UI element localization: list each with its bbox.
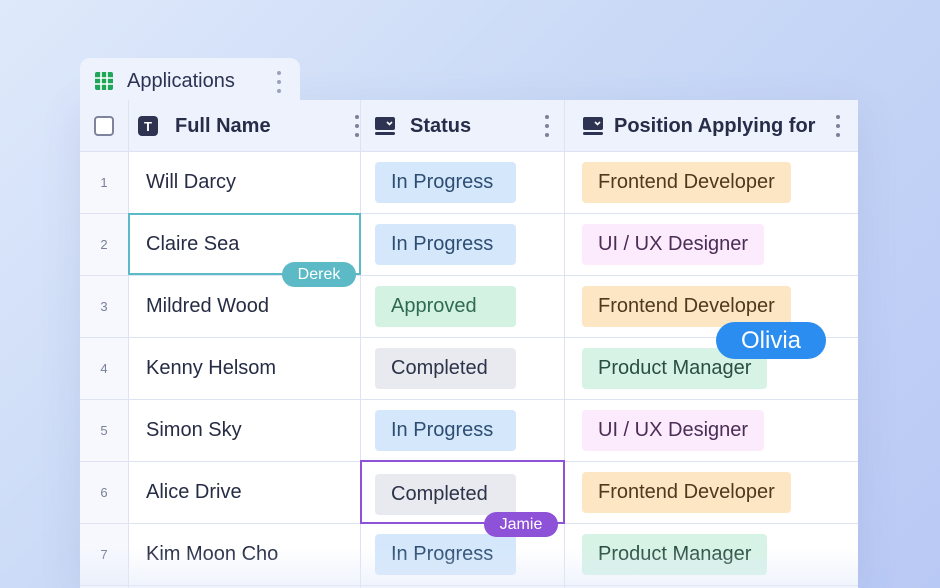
- position-chip[interactable]: UI / UX Designer: [582, 410, 765, 451]
- position-chip[interactable]: Frontend Developer: [582, 286, 791, 327]
- tab-label: Applications: [127, 69, 235, 92]
- full-name-cell[interactable]: Mildred Wood: [146, 276, 269, 337]
- status-chip[interactable]: Approved: [375, 286, 516, 327]
- column-menu-icon[interactable]: [544, 115, 550, 137]
- full-name-cell[interactable]: Alice Drive: [146, 462, 242, 523]
- column-divider: [128, 100, 129, 588]
- select-all-checkbox[interactable]: [94, 116, 114, 136]
- tab-applications[interactable]: Applications: [80, 58, 300, 104]
- row-number: 1: [80, 152, 128, 213]
- position-chip[interactable]: Product Manager: [582, 534, 768, 575]
- full-name-cell[interactable]: Will Darcy: [146, 152, 236, 213]
- full-name-cell[interactable]: Kenny Helsom: [146, 338, 276, 399]
- row-number: 4: [80, 338, 128, 399]
- row-number: 3: [80, 276, 128, 337]
- status-chip[interactable]: In Progress: [375, 162, 516, 203]
- column-label-position: Position Applying for: [614, 114, 816, 137]
- collaborator-tag-olivia: Olivia: [716, 322, 826, 359]
- table-header: T Full Name Status Position Applying for: [80, 100, 858, 152]
- column-header-position[interactable]: Position Applying for: [582, 100, 841, 152]
- column-header-status[interactable]: Status: [374, 100, 550, 152]
- collaborator-tag-derek: Derek: [282, 262, 356, 287]
- row-number: 7: [80, 524, 128, 585]
- select-all-cell: [94, 100, 114, 152]
- table-row[interactable]: 7 Kim Moon Cho In Progress Product Manager: [80, 524, 858, 586]
- text-field-icon: T: [138, 116, 158, 136]
- column-label-status: Status: [410, 114, 472, 137]
- column-header-full-name[interactable]: T Full Name: [138, 100, 360, 152]
- position-chip[interactable]: Frontend Developer: [582, 472, 791, 513]
- full-name-cell[interactable]: Simon Sky: [146, 400, 242, 461]
- status-chip[interactable]: In Progress: [375, 410, 516, 451]
- row-number: 2: [80, 214, 128, 275]
- spreadsheet-grid-icon: [95, 72, 113, 90]
- dropdown-field-icon: [375, 117, 395, 135]
- row-number: 6: [80, 462, 128, 523]
- status-chip[interactable]: In Progress: [375, 534, 516, 575]
- status-chip[interactable]: In Progress: [375, 224, 516, 265]
- column-menu-icon[interactable]: [835, 115, 841, 137]
- full-name-cell[interactable]: Kim Moon Cho: [146, 524, 278, 585]
- row-number: 5: [80, 400, 128, 461]
- table-row[interactable]: 1 Will Darcy In Progress Frontend Developer: [80, 152, 858, 214]
- table-row[interactable]: 5 Simon Sky In Progress UI / UX Designer: [80, 400, 858, 462]
- column-label-full-name: Full Name: [175, 114, 271, 137]
- dropdown-field-icon: [583, 117, 603, 135]
- position-chip[interactable]: Frontend Developer: [582, 162, 791, 203]
- collaborator-tag-jamie: Jamie: [484, 512, 558, 537]
- position-chip[interactable]: UI / UX Designer: [582, 224, 765, 265]
- tab-menu-icon[interactable]: [276, 71, 282, 93]
- status-chip[interactable]: Completed: [375, 348, 516, 389]
